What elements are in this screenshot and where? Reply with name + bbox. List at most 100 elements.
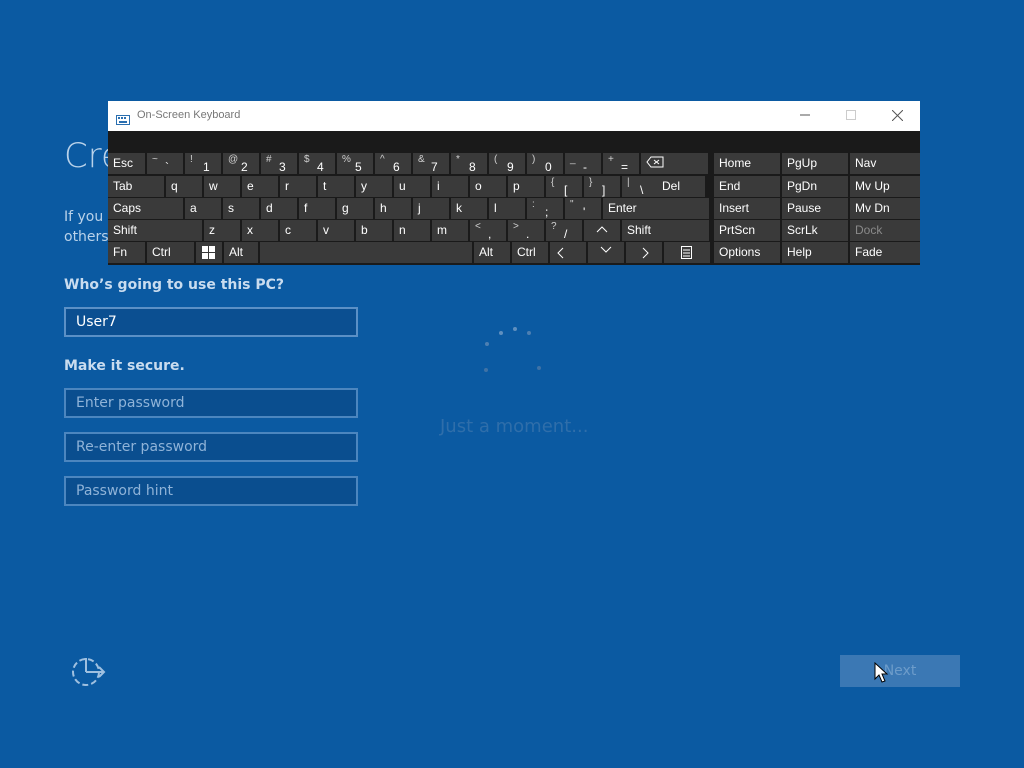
key-h[interactable]: h: [375, 198, 411, 219]
key-e[interactable]: e: [242, 176, 278, 197]
key-pgdn[interactable]: PgDn: [782, 176, 848, 197]
key-k[interactable]: k: [451, 198, 487, 219]
key-f[interactable]: f: [299, 198, 335, 219]
key-options[interactable]: Options: [714, 242, 780, 263]
key-`[interactable]: ~ `: [147, 153, 183, 174]
key-arrow-left[interactable]: [550, 242, 586, 263]
key-pair3-1[interactable]: " ': [565, 198, 601, 219]
key-insert[interactable]: Insert: [714, 198, 780, 219]
key-d[interactable]: d: [261, 198, 297, 219]
username-field[interactable]: User7: [64, 307, 358, 337]
close-button[interactable]: [874, 101, 920, 131]
key-fn[interactable]: Fn: [108, 242, 145, 263]
key-ctrl-left[interactable]: Ctrl: [147, 242, 194, 263]
key-x[interactable]: x: [242, 220, 278, 241]
key-arrow-right[interactable]: [626, 242, 662, 263]
key-alt-left[interactable]: Alt: [224, 242, 258, 263]
key-help[interactable]: Help: [782, 242, 848, 263]
key-nav[interactable]: Nav: [850, 153, 920, 174]
key-alt-right[interactable]: Alt: [474, 242, 510, 263]
key-base-char: 3: [279, 160, 286, 174]
key-shift-left[interactable]: Shift: [108, 220, 202, 241]
key-u[interactable]: u: [394, 176, 430, 197]
key-n[interactable]: n: [394, 220, 430, 241]
key-i[interactable]: i: [432, 176, 468, 197]
key-pause[interactable]: Pause: [782, 198, 848, 219]
key-9[interactable]: (9: [489, 153, 525, 174]
key-fade[interactable]: Fade: [850, 242, 920, 263]
key-=[interactable]: + =: [603, 153, 639, 174]
key-esc[interactable]: Esc: [108, 153, 145, 174]
key-shift-right[interactable]: Shift: [622, 220, 709, 241]
who-label: Who’s going to use this PC?: [64, 277, 285, 293]
key-dock[interactable]: Dock: [850, 220, 920, 241]
maximize-button[interactable]: [828, 101, 874, 131]
key-0[interactable]: ) 0: [527, 153, 563, 174]
osk-titlebar[interactable]: On-Screen Keyboard: [108, 101, 920, 131]
key-menu[interactable]: [664, 242, 710, 263]
key-3[interactable]: #3: [261, 153, 297, 174]
key-2[interactable]: @2: [223, 153, 259, 174]
key-c[interactable]: c: [280, 220, 316, 241]
key-b[interactable]: b: [356, 220, 392, 241]
key-mv-up[interactable]: Mv Up: [850, 176, 920, 197]
key-o[interactable]: o: [470, 176, 506, 197]
key-8[interactable]: * 8: [451, 153, 487, 174]
key-shift-char: >: [513, 221, 519, 232]
key-space[interactable]: [260, 242, 472, 263]
password-hint-field[interactable]: Password hint: [64, 476, 358, 506]
key-w[interactable]: w: [204, 176, 240, 197]
key-tab[interactable]: Tab: [108, 176, 164, 197]
key-end[interactable]: End: [714, 176, 780, 197]
key-7[interactable]: & 7: [413, 153, 449, 174]
key-1[interactable]: ! 1: [185, 153, 221, 174]
key-r[interactable]: r: [280, 176, 316, 197]
key-ctrl-right[interactable]: Ctrl: [512, 242, 548, 263]
key-pair4-1[interactable]: >.: [508, 220, 544, 241]
key-4[interactable]: $4: [299, 153, 335, 174]
key-l[interactable]: l: [489, 198, 525, 219]
key-mv-dn[interactable]: Mv Dn: [850, 198, 920, 219]
key-pair-0[interactable]: {[: [546, 176, 582, 197]
key-prtscn[interactable]: PrtScn: [714, 220, 780, 241]
key-windows[interactable]: [196, 242, 222, 263]
ease-of-access-icon[interactable]: [70, 656, 106, 688]
key-s[interactable]: s: [223, 198, 259, 219]
next-button[interactable]: Next: [840, 655, 960, 687]
key-6[interactable]: ^ 6: [375, 153, 411, 174]
key-pair4-2[interactable]: ? /: [546, 220, 582, 241]
key-v[interactable]: v: [318, 220, 354, 241]
key-caps[interactable]: Caps: [108, 198, 183, 219]
key-arrow-down[interactable]: [588, 242, 624, 263]
password-field[interactable]: Enter password: [64, 388, 358, 418]
reenter-password-field[interactable]: Re-enter password: [64, 432, 358, 462]
key-a[interactable]: a: [185, 198, 221, 219]
key-label: k: [456, 201, 462, 215]
key-backspace[interactable]: [641, 153, 708, 174]
key-label: l: [494, 201, 497, 215]
key-q[interactable]: q: [166, 176, 202, 197]
key-p[interactable]: p: [508, 176, 544, 197]
key-y[interactable]: y: [356, 176, 392, 197]
key-arrow-up[interactable]: [584, 220, 620, 241]
key-home[interactable]: Home: [714, 153, 780, 174]
key-del[interactable]: Del: [657, 176, 705, 197]
key--[interactable]: _ -: [565, 153, 601, 174]
key-5[interactable]: % 5: [337, 153, 373, 174]
minimize-button[interactable]: [782, 101, 828, 131]
key-t[interactable]: t: [318, 176, 354, 197]
key-enter[interactable]: Enter: [603, 198, 709, 219]
key-pair3-0[interactable]: :;: [527, 198, 563, 219]
key-g[interactable]: g: [337, 198, 373, 219]
key-shift-char: &: [418, 154, 425, 165]
key-label: Shift: [627, 223, 652, 237]
key-pgup[interactable]: PgUp: [782, 153, 848, 174]
key-z[interactable]: z: [204, 220, 240, 241]
key-label: Home: [719, 156, 752, 170]
key-scrlk[interactable]: ScrLk: [782, 220, 848, 241]
key-j[interactable]: j: [413, 198, 449, 219]
key-m[interactable]: m: [432, 220, 468, 241]
key-pair-2[interactable]: | \: [622, 176, 658, 197]
key-pair-1[interactable]: }]: [584, 176, 620, 197]
key-pair4-0[interactable]: <,: [470, 220, 506, 241]
